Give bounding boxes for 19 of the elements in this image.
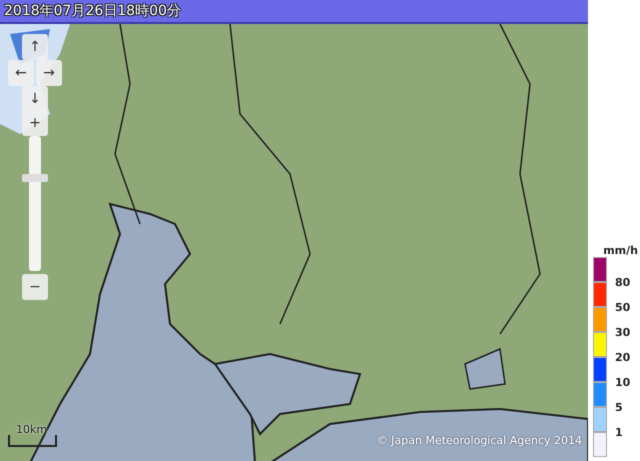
zoom-in-button[interactable]: + xyxy=(22,110,48,136)
legend-value: 1 xyxy=(615,426,623,439)
pan-button[interactable]: ↓ xyxy=(22,86,48,112)
pan-button[interactable]: ← xyxy=(8,60,34,86)
legend-value: 80 xyxy=(615,276,630,289)
legend-value: 50 xyxy=(615,301,630,314)
legend-unit: mm/h xyxy=(603,244,638,257)
pan-button[interactable]: → xyxy=(36,60,62,86)
copyright-text: © Japan Meteorological Agency 2014 xyxy=(376,434,582,447)
zoom-out-button[interactable]: − xyxy=(22,274,48,300)
date-time-title: 2018年07月26日18時00分 xyxy=(4,2,181,20)
legend-value: 30 xyxy=(615,326,630,339)
legend-value: 20 xyxy=(615,351,630,364)
legend-value: 10 xyxy=(615,376,630,389)
pan-button[interactable]: ↑ xyxy=(22,34,48,60)
scale-label: 10km xyxy=(16,423,48,436)
scale-bar xyxy=(8,435,57,447)
zoom-slider-thumb[interactable] xyxy=(22,174,48,182)
legend-value: 5 xyxy=(615,401,623,414)
